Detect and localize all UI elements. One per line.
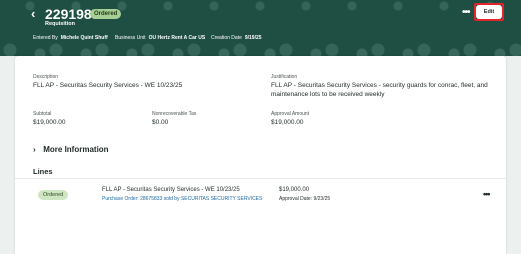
tax-label: Nonrecoverable Tax: [152, 111, 197, 117]
business-unit: Business Unit OU Hertz Rent A Car US: [115, 35, 206, 41]
table-row: [15, 178, 506, 211]
entered-by: Entered By Michele Quint Shuff: [33, 35, 108, 41]
line-status-badge: Ordered: [38, 190, 69, 200]
subtotal-label: Subtotal: [33, 111, 52, 117]
edit-highlight-box: [474, 3, 504, 21]
purchase-order-link[interactable]: Purchase Order: 28675833 sold by SECURIT…: [102, 196, 262, 202]
line-amount: $19,000.00: [279, 187, 310, 193]
status-badge: Ordered: [90, 9, 122, 19]
line-approval-date: Approval Date: 9/23/25: [279, 196, 331, 202]
chevron-left-icon[interactable]: ‹: [31, 6, 41, 22]
lines-heading: Lines: [33, 167, 53, 176]
description-label: Description: [33, 74, 59, 80]
justification-label: Justification: [271, 74, 298, 80]
approval-amount-label: Approval Amount: [271, 111, 310, 117]
chevron-right-icon: ›: [33, 145, 36, 154]
requisition-type: Requisition: [45, 21, 75, 27]
justification-value: FLL AP - Securitas Security Services - s…: [271, 82, 488, 98]
row-actions-icon[interactable]: •••: [483, 189, 491, 199]
line-description: FLL AP - Securitas Security Services - W…: [102, 187, 240, 193]
tax-value: $0.00: [152, 119, 169, 126]
creation-date: Creation Date 9/19/25: [211, 35, 262, 41]
subtotal-value: $19,000.00: [33, 119, 66, 126]
approval-amount-value: $19,000.00: [271, 119, 304, 126]
more-information-toggle[interactable]: › More Information: [33, 145, 109, 154]
more-horizontal-icon[interactable]: •••: [462, 8, 470, 18]
more-information-label: More Information: [43, 145, 109, 154]
description-value: FLL AP - Securitas Security Services - W…: [33, 82, 183, 89]
